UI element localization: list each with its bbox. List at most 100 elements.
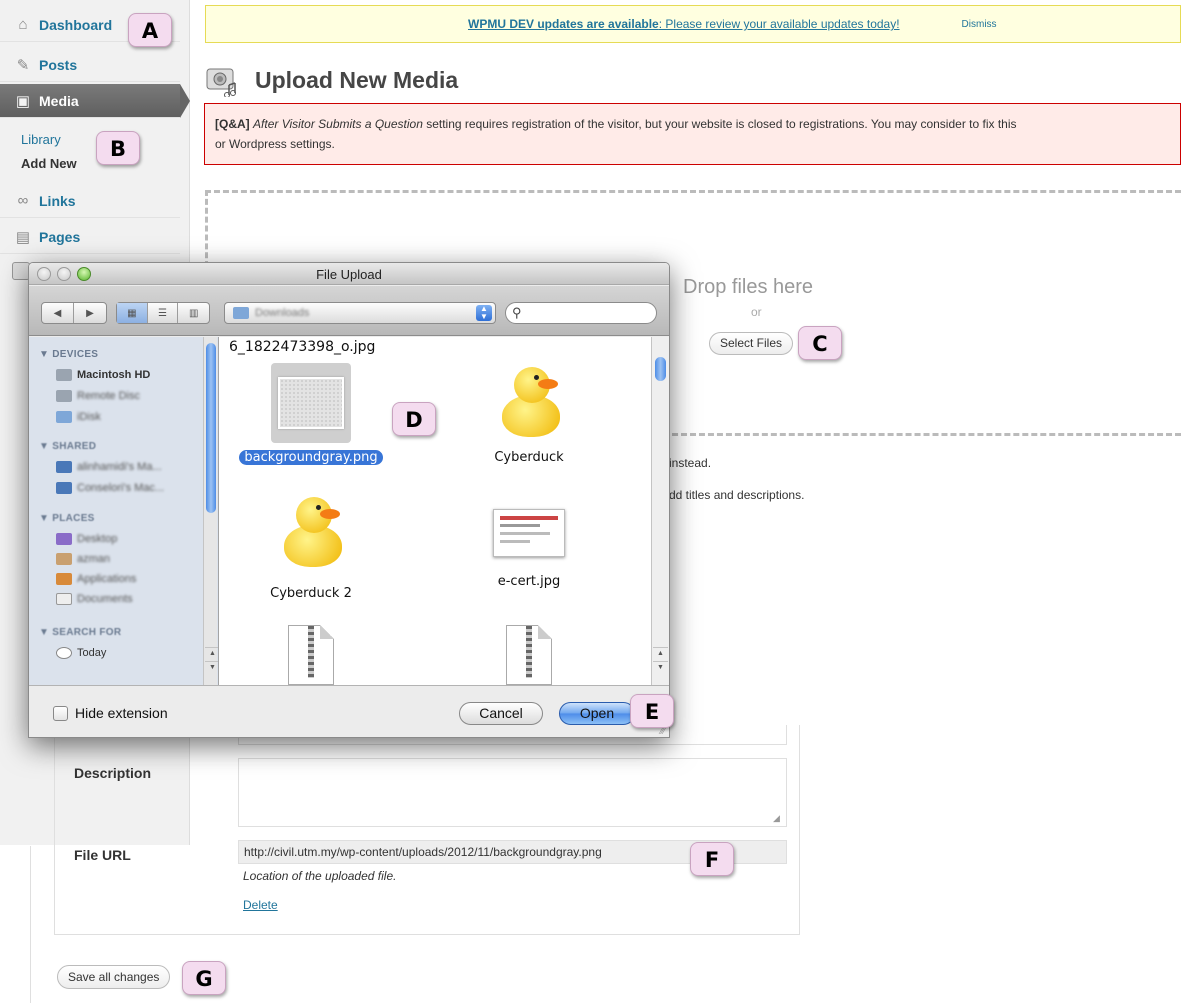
- menu-links[interactable]: ∞ Links: [0, 184, 180, 218]
- page-title: Upload New Media: [255, 66, 459, 93]
- location-popup[interactable]: Downloads ▲ ▼: [224, 302, 496, 324]
- sidebar-item-device[interactable]: Macintosh HD: [56, 369, 150, 381]
- media-item-panel: [54, 725, 800, 935]
- column-view-icon[interactable]: ▥: [178, 303, 209, 323]
- file-pane-scroll-thumb[interactable]: [655, 357, 666, 381]
- home-folder-icon: [56, 553, 72, 565]
- sidebar-item-place[interactable]: azman: [56, 553, 110, 565]
- open-button[interactable]: Open: [559, 702, 635, 725]
- file-browser-pane: 6_1822473398_o.jpg backgroundgray.png Cy…: [219, 337, 669, 685]
- file-pane-scrollbar[interactable]: ▲ ▼: [651, 337, 669, 685]
- sidebar-item-place[interactable]: Desktop: [56, 533, 117, 545]
- back-arrow-icon[interactable]: ◀: [42, 303, 75, 323]
- annotation-badge-e: E: [630, 694, 674, 728]
- menu-pages-label: Pages: [39, 228, 81, 245]
- file-item-e-cert[interactable]: e-cert.jpg: [439, 509, 619, 589]
- home-icon: ⌂: [18, 16, 28, 33]
- sidebar-item-shared[interactable]: Conselori's Mac...: [56, 482, 164, 494]
- error-line-1: [Q&A] After Visitor Submits a Question s…: [215, 114, 1170, 134]
- file-url-help: Location of the uploaded file.: [243, 869, 397, 883]
- sidebar-header-devices: ▼ DEVICES: [39, 349, 99, 360]
- dismiss-link[interactable]: Dismiss: [962, 19, 997, 30]
- drop-files-text: Drop files here: [683, 276, 814, 298]
- cancel-button[interactable]: Cancel: [459, 702, 543, 725]
- sidebar-item-shared[interactable]: alinhamidi's Ma...: [56, 461, 162, 473]
- save-all-changes-button[interactable]: Save all changes: [57, 965, 171, 989]
- sidebar-scrollbar[interactable]: ▲ ▼: [203, 337, 218, 685]
- update-notice-rest: : Please review your available updates t…: [658, 17, 900, 31]
- image-thumbnail-icon: [493, 509, 565, 557]
- update-notice: WPMU DEV updates are available: Please r…: [205, 5, 1181, 43]
- sidebar-item-device[interactable]: iDisk: [56, 411, 101, 423]
- forward-arrow-icon[interactable]: ▶: [74, 303, 106, 323]
- sidebar-item-device[interactable]: Remote Disc: [56, 390, 140, 402]
- applications-icon: [56, 573, 72, 585]
- sidebar-item-label: Documents: [77, 593, 133, 605]
- folder-icon: [233, 307, 249, 319]
- search-icon: ⚲: [512, 305, 522, 320]
- drop-or-text: or: [751, 305, 762, 319]
- sidebar-item-search[interactable]: Today: [56, 647, 106, 659]
- sidebar-item-label: Today: [77, 647, 107, 659]
- file-item-cyberduck[interactable]: Cyberduck: [439, 359, 619, 465]
- view-mode-control: ▦ ☰ ▥: [116, 302, 210, 324]
- resize-grip-icon[interactable]: ◢: [773, 813, 783, 823]
- dialog-sidebar: ▼ DEVICES Macintosh HD Remote Disc iDisk…: [29, 337, 219, 685]
- annotation-badge-g: G: [182, 961, 226, 995]
- dialog-titlebar[interactable]: File Upload: [29, 263, 669, 285]
- file-item-archive[interactable]: [221, 625, 401, 685]
- hide-extension-label[interactable]: Hide extension: [75, 705, 168, 721]
- annotation-badge-c: C: [798, 326, 842, 360]
- sidebar-header-places: ▼ PLACES: [39, 513, 95, 524]
- file-name-partial[interactable]: 6_1822473398_o.jpg: [229, 339, 375, 355]
- back-forward-control: ◀ ▶: [41, 302, 107, 324]
- sidebar-item-label: alinhamidi's Ma...: [77, 461, 162, 473]
- zip-file-icon: [288, 625, 334, 685]
- description-textarea[interactable]: [238, 758, 787, 827]
- scroll-down-icon[interactable]: ▼: [653, 661, 668, 673]
- dialog-search-input[interactable]: ⚲: [505, 302, 657, 324]
- menu-posts[interactable]: ✎ Posts: [0, 48, 180, 82]
- clock-icon: [56, 647, 72, 659]
- scroll-up-icon[interactable]: ▲: [653, 647, 668, 659]
- update-notice-link[interactable]: WPMU DEV updates are available: Please r…: [468, 17, 900, 31]
- hide-extension-checkbox[interactable]: [53, 706, 68, 721]
- file-name-selected: backgroundgray.png: [239, 450, 383, 465]
- image-thumbnail-icon: [271, 363, 351, 443]
- scroll-down-icon[interactable]: ▼: [205, 661, 218, 673]
- documents-icon: [56, 593, 72, 605]
- icon-view-icon[interactable]: ▦: [117, 303, 148, 323]
- active-menu-arrow: [180, 84, 190, 118]
- zip-file-icon: [506, 625, 552, 685]
- menu-media[interactable]: ▣ Media: [0, 84, 180, 118]
- file-name: Cyberduck 2: [270, 586, 352, 601]
- cyberduck-app-icon: [276, 489, 346, 573]
- dialog-toolbar: ◀ ▶ ▦ ☰ ▥ Downloads ▲ ▼ ⚲: [29, 286, 669, 336]
- error-line-2: or Wordpress settings.: [215, 137, 335, 151]
- sidebar-scroll-thumb[interactable]: [206, 343, 216, 513]
- menu-links-label: Links: [39, 192, 76, 209]
- list-view-icon[interactable]: ☰: [148, 303, 179, 323]
- file-name: Cyberduck: [494, 450, 564, 465]
- sidebar-item-label: iDisk: [77, 411, 101, 423]
- browser-uploader-text: instead.: [669, 456, 712, 470]
- update-notice-strong: WPMU DEV updates are available: [468, 17, 659, 31]
- menu-pages[interactable]: ▤ Pages: [0, 220, 180, 254]
- idisk-icon: [56, 411, 72, 423]
- scroll-up-icon[interactable]: ▲: [205, 647, 218, 659]
- file-item-cyberduck-2[interactable]: Cyberduck 2: [221, 489, 401, 601]
- annotation-badge-f: F: [690, 842, 734, 876]
- file-item-archive[interactable]: [439, 625, 619, 685]
- submenu-add-new[interactable]: Add New: [21, 156, 77, 171]
- delete-link[interactable]: Delete: [243, 898, 278, 912]
- sidebar-item-place[interactable]: Documents: [56, 593, 133, 605]
- file-item-backgroundgray[interactable]: backgroundgray.png: [221, 363, 401, 465]
- sidebar-item-label: Remote Disc: [77, 390, 140, 402]
- submenu-library[interactable]: Library: [21, 132, 61, 147]
- select-files-button[interactable]: Select Files: [709, 332, 794, 355]
- sidebar-item-place[interactable]: Applications: [56, 573, 136, 585]
- error-setting: After Visitor Submits a Question: [253, 117, 423, 131]
- location-label: Downloads: [255, 307, 310, 319]
- menu-dashboard-label: Dashboard: [39, 16, 113, 33]
- disk-icon: [56, 369, 72, 381]
